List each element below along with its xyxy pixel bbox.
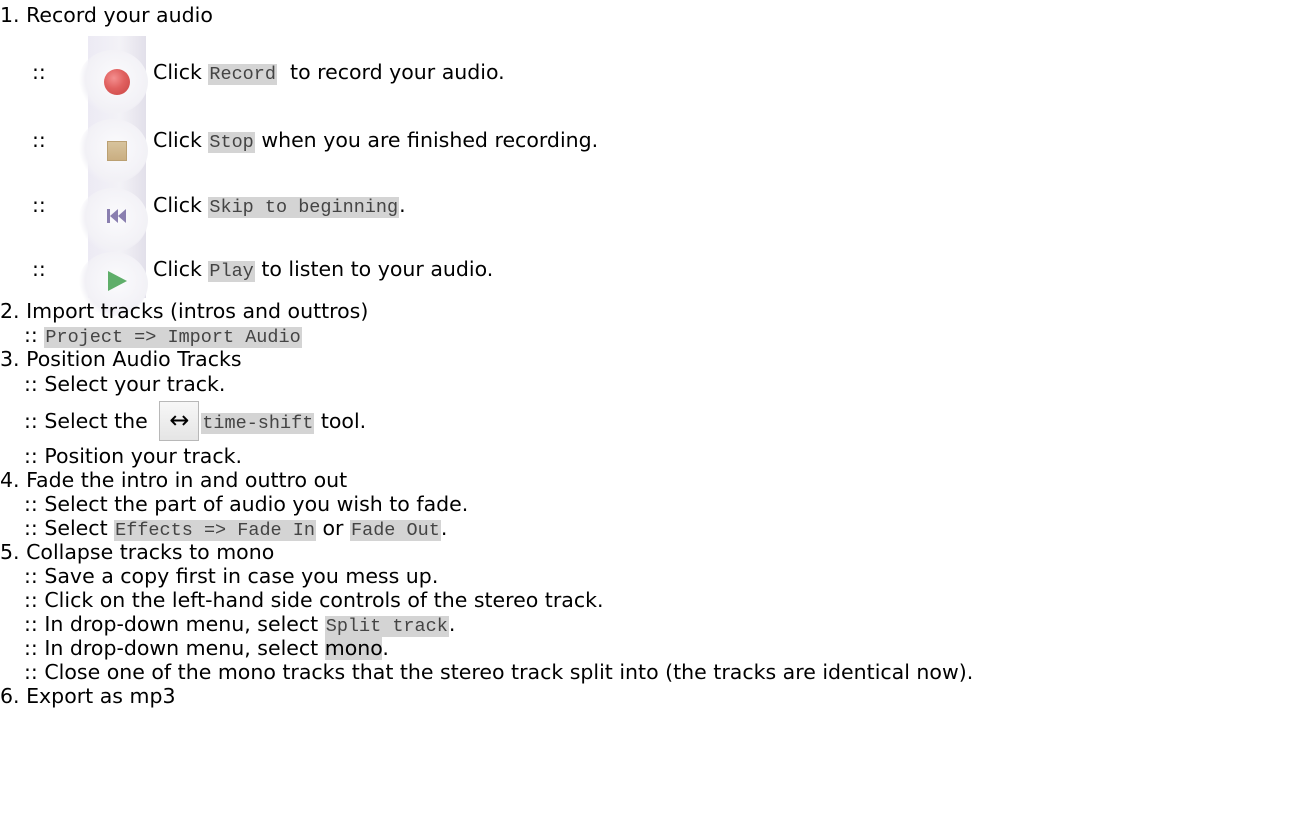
- step-1-heading: 1. Record your audio: [0, 0, 213, 30]
- skip-label: Skip to beginning: [208, 197, 400, 218]
- position-item-2: :: Select the ↔ time-shift tool.: [24, 401, 366, 441]
- record-item: :: Click Record to record your audio.: [32, 57, 505, 87]
- stop-item: :: Click Stop when you are finished recor…: [32, 125, 598, 155]
- record-label: Record: [208, 64, 277, 85]
- step-6-heading: 6. Export as mp3: [0, 684, 176, 708]
- bullet: ::: [32, 193, 46, 217]
- skip-item: :: Click Skip to beginning.: [32, 190, 406, 220]
- time-shift-tool-icon[interactable]: ↔: [159, 401, 200, 441]
- play-item: :: Click Play to listen to your audio.: [32, 254, 493, 284]
- bullet: ::: [32, 60, 46, 84]
- position-item-1: :: Select your track.: [24, 372, 226, 396]
- bullet: ::: [32, 257, 46, 281]
- fade-out-label: Fade Out: [349, 520, 441, 541]
- time-shift-label: time-shift: [201, 413, 315, 434]
- play-label: Play: [208, 261, 255, 282]
- step-number: 1.: [0, 3, 20, 27]
- step-title: Record your audio: [26, 3, 213, 27]
- stop-label: Stop: [208, 132, 255, 153]
- bullet: ::: [32, 128, 46, 152]
